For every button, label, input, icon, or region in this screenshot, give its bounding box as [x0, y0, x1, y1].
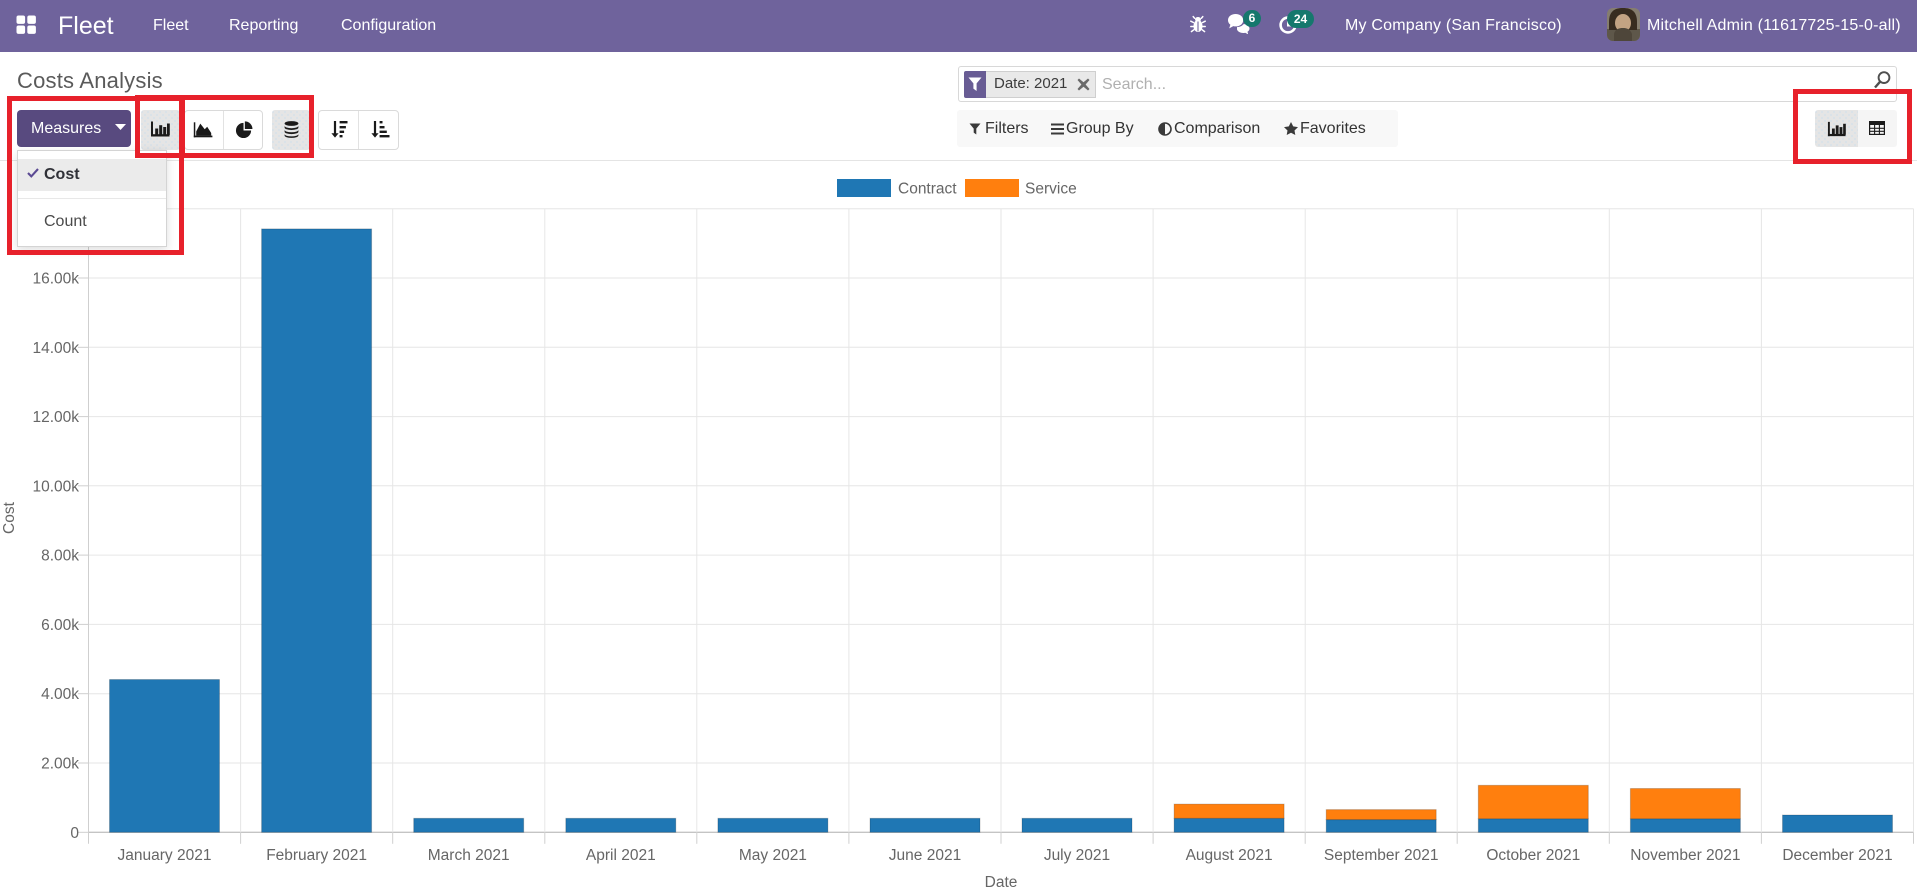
- svg-text:May 2021: May 2021: [739, 847, 807, 864]
- svg-text:10.00k: 10.00k: [32, 478, 79, 495]
- svg-text:14.00k: 14.00k: [32, 340, 79, 357]
- svg-text:February 2021: February 2021: [266, 847, 367, 864]
- svg-text:July 2021: July 2021: [1044, 847, 1110, 864]
- svg-text:8.00k: 8.00k: [41, 548, 79, 565]
- svg-text:Contract: Contract: [898, 181, 957, 198]
- svg-text:October 2021: October 2021: [1486, 847, 1580, 864]
- svg-text:August 2021: August 2021: [1186, 847, 1273, 864]
- svg-text:Date: Date: [985, 874, 1018, 891]
- svg-text:November 2021: November 2021: [1630, 847, 1740, 864]
- svg-text:April 2021: April 2021: [586, 847, 656, 864]
- svg-text:September 2021: September 2021: [1324, 847, 1439, 864]
- svg-text:16.00k: 16.00k: [32, 271, 79, 288]
- svg-text:0: 0: [70, 825, 79, 842]
- svg-text:June 2021: June 2021: [889, 847, 961, 864]
- svg-text:6.00k: 6.00k: [41, 617, 79, 634]
- svg-text:March 2021: March 2021: [428, 847, 510, 864]
- svg-text:4.00k: 4.00k: [41, 686, 79, 703]
- svg-text:2.00k: 2.00k: [41, 756, 79, 773]
- svg-text:January 2021: January 2021: [118, 847, 212, 864]
- svg-text:December 2021: December 2021: [1782, 847, 1892, 864]
- svg-text:Service: Service: [1025, 181, 1077, 198]
- svg-text:Cost: Cost: [1, 501, 18, 534]
- svg-text:12.00k: 12.00k: [32, 409, 79, 426]
